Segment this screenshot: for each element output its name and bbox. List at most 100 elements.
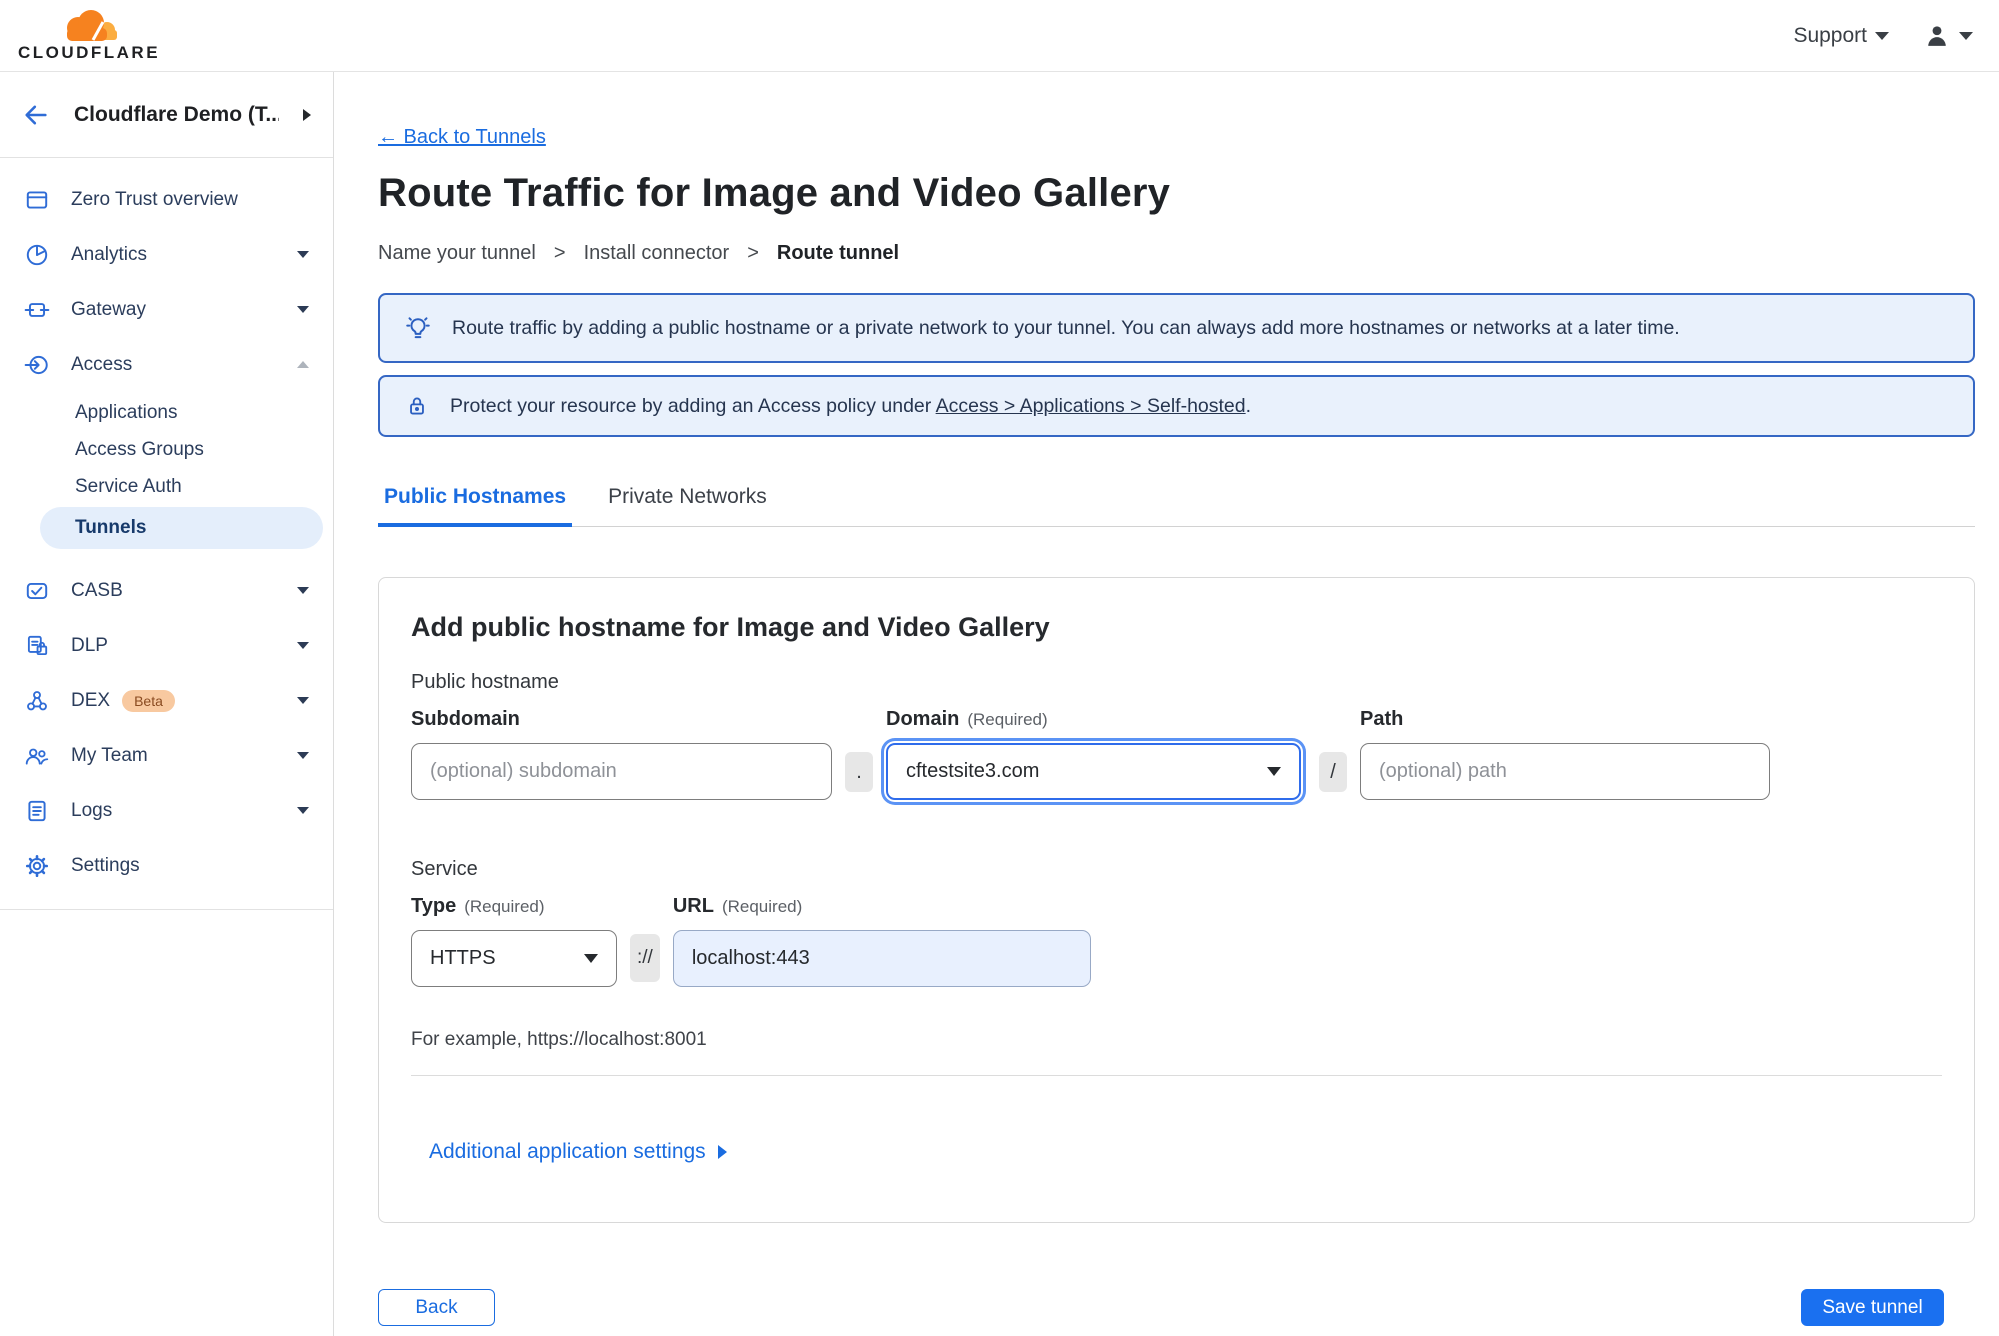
- service-field-row: Type (Required) HTTPS :// URL (Required): [411, 895, 1942, 987]
- domain-select[interactable]: cftestsite3.com: [886, 743, 1301, 800]
- type-selected-value: HTTPS: [430, 947, 496, 969]
- domain-label: Domain (Required): [886, 708, 1048, 730]
- chevron-down-icon: [297, 752, 309, 759]
- overview-icon: [24, 187, 50, 213]
- chevron-down-icon: [584, 954, 598, 963]
- chevron-right-icon: [303, 108, 311, 121]
- dot-separator: .: [845, 752, 873, 792]
- access-icon: [24, 352, 50, 378]
- chevron-down-icon: [297, 587, 309, 594]
- sidebar-item-access-groups[interactable]: Access Groups: [0, 431, 333, 468]
- access-subnav: Applications Access Groups Service Auth …: [0, 392, 333, 563]
- info-banner-text: Route traffic by adding a public hostnam…: [452, 316, 1680, 339]
- cloudflare-cloud-icon: [57, 8, 121, 42]
- domain-selected-value: cftestsite3.com: [906, 760, 1040, 782]
- main-content: ← Back to Tunnels Route Traffic for Imag…: [334, 72, 1999, 1336]
- footer-actions: Back Save tunnel: [378, 1289, 1975, 1326]
- subdomain-input[interactable]: [411, 743, 832, 800]
- service-type-select[interactable]: HTTPS: [411, 930, 617, 987]
- tab-private-networks[interactable]: Private Networks: [602, 485, 773, 526]
- sidebar-item-tunnels[interactable]: Tunnels: [40, 507, 323, 549]
- account-name: Cloudflare Demo (T...: [74, 102, 279, 126]
- cloudflare-logo[interactable]: CLOUDFLARE: [18, 8, 160, 63]
- breadcrumb-name-your-tunnel[interactable]: Name your tunnel: [378, 242, 536, 265]
- additional-application-settings-toggle[interactable]: Additional application settings: [429, 1140, 1942, 1164]
- analytics-icon: [24, 242, 50, 268]
- info-banner: Route traffic by adding a public hostnam…: [378, 293, 1975, 363]
- sidebar-item-applications[interactable]: Applications: [0, 394, 333, 431]
- url-example-text: For example, https://localhost:8001: [411, 1029, 707, 1050]
- breadcrumb-route-tunnel: Route tunnel: [776, 242, 900, 264]
- path-input[interactable]: [1360, 743, 1770, 800]
- sidebar-divider: [0, 909, 333, 910]
- chevron-down-icon: [297, 807, 309, 814]
- breadcrumb-separator: >: [747, 242, 759, 264]
- gateway-icon: [24, 297, 50, 323]
- gear-icon: [24, 853, 50, 879]
- url-label: URL (Required): [672, 895, 803, 917]
- scheme-separator: ://: [630, 934, 660, 982]
- slash-separator: /: [1319, 752, 1347, 792]
- back-arrow-icon[interactable]: [22, 101, 50, 129]
- sidebar-item-dlp[interactable]: DLP: [0, 618, 333, 673]
- chevron-down-icon: [297, 306, 309, 313]
- chevron-down-icon: [1959, 31, 1973, 40]
- dex-icon: [24, 688, 50, 714]
- chevron-down-icon: [297, 642, 309, 649]
- lock-icon: [404, 393, 430, 419]
- user-avatar-icon: [1923, 22, 1951, 50]
- account-switcher[interactable]: Cloudflare Demo (T...: [0, 72, 333, 158]
- access-policy-banner: Protect your resource by adding an Acces…: [378, 375, 1975, 437]
- chevron-down-icon: [297, 251, 309, 258]
- card-title: Add public hostname for Image and Video …: [411, 612, 1050, 642]
- casb-icon: [24, 578, 50, 604]
- sidebar-item-zero-trust-overview[interactable]: Zero Trust overview: [0, 172, 333, 227]
- back-to-tunnels-link[interactable]: ← Back to Tunnels: [378, 126, 546, 149]
- chevron-down-icon: [1875, 31, 1889, 40]
- sidebar-nav: Zero Trust overview Analytics Gateway Ac…: [0, 158, 333, 910]
- save-tunnel-button[interactable]: Save tunnel: [1801, 1289, 1944, 1326]
- tab-bar: Public Hostnames Private Networks: [378, 485, 1975, 527]
- support-menu[interactable]: Support: [1793, 24, 1889, 48]
- card-divider: [411, 1075, 1942, 1076]
- logs-icon: [24, 798, 50, 824]
- dlp-icon: [24, 633, 50, 659]
- breadcrumb-separator: >: [553, 242, 566, 264]
- path-label: Path: [1360, 708, 1404, 730]
- access-banner-text: Protect your resource by adding an Acces…: [450, 394, 1252, 417]
- team-icon: [24, 743, 50, 769]
- access-applications-self-hosted-link[interactable]: Access > Applications > Self-hosted: [936, 395, 1246, 417]
- sidebar-item-dex[interactable]: DEX Beta: [0, 673, 333, 728]
- sidebar-item-settings[interactable]: Settings: [0, 838, 333, 893]
- chevron-right-icon: [717, 1145, 727, 1159]
- back-button[interactable]: Back: [378, 1289, 495, 1326]
- sidebar-item-casb[interactable]: CASB: [0, 563, 333, 618]
- top-bar: CLOUDFLARE Support: [0, 0, 1999, 72]
- sidebar: Cloudflare Demo (T... Zero Trust overvie…: [0, 72, 334, 1336]
- sidebar-item-gateway[interactable]: Gateway: [0, 282, 333, 337]
- chevron-down-icon: [297, 697, 309, 704]
- service-url-input[interactable]: [672, 930, 1091, 987]
- tab-public-hostnames[interactable]: Public Hostnames: [378, 485, 573, 527]
- sidebar-item-logs[interactable]: Logs: [0, 783, 333, 838]
- support-label: Support: [1793, 23, 1867, 47]
- sidebar-item-access[interactable]: Access: [0, 337, 333, 392]
- breadcrumb-install-connector[interactable]: Install connector: [584, 242, 730, 265]
- page-title: Route Traffic for Image and Video Galler…: [378, 171, 1171, 215]
- subdomain-label: Subdomain: [411, 708, 520, 730]
- lightbulb-icon: [404, 314, 432, 342]
- chevron-up-icon: [297, 361, 309, 368]
- user-menu[interactable]: [1923, 22, 1973, 50]
- beta-badge: Beta: [122, 689, 175, 712]
- breadcrumb: Name your tunnel > Install connector > R…: [378, 242, 1975, 265]
- sidebar-item-my-team[interactable]: My Team: [0, 728, 333, 783]
- chevron-down-icon: [1267, 767, 1281, 776]
- service-heading: Service: [411, 858, 478, 880]
- brand-wordmark: CLOUDFLARE: [17, 43, 161, 62]
- public-hostname-heading: Public hostname: [411, 671, 559, 693]
- hostname-field-row: Subdomain . Domain(Required) cftestsite3…: [411, 708, 1942, 800]
- public-hostname-card: Add public hostname for Image and Video …: [378, 577, 1975, 1223]
- type-label: Type (Required): [411, 895, 545, 917]
- sidebar-item-analytics[interactable]: Analytics: [0, 227, 333, 282]
- sidebar-item-service-auth[interactable]: Service Auth: [0, 468, 333, 505]
